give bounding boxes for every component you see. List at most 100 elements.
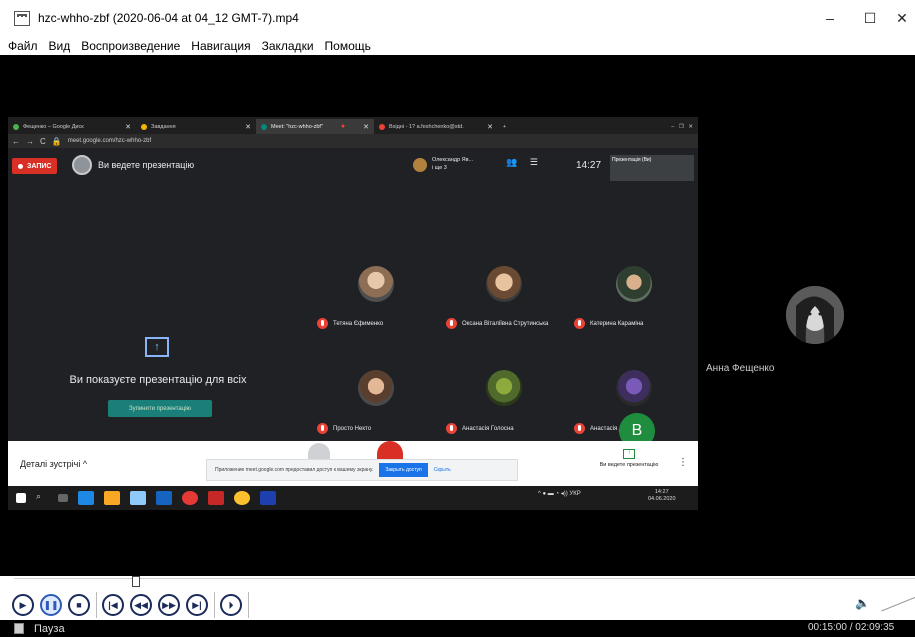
menu-help[interactable]: Помощь: [325, 39, 371, 53]
status-bar: Пауза 00:15:00 / 02:09:35: [0, 620, 915, 637]
browser-tab-strip: Фещенко – Google Диск ✕ Завдання ✕ Meet: "…: [8, 117, 698, 134]
url-field[interactable]: meet.google.com/hzc-whho-zbf: [68, 138, 151, 144]
participants-icon[interactable]: 👥 ☰: [506, 157, 538, 168]
previous-button[interactable]: |◀: [102, 594, 124, 616]
participant-avatar: [358, 266, 394, 302]
windows-taskbar: ⌕ ^ ● ▬ ◔ ◂)) УКР 14:27 04.06.2020: [8, 486, 698, 510]
menu-bookmarks[interactable]: Закладки: [262, 39, 314, 53]
playback-time: 00:15:00 / 02:09:35: [808, 622, 895, 633]
chrome-icon[interactable]: [234, 491, 250, 505]
remote-participant-name: Анна Фещенко: [706, 363, 775, 374]
controls-divider: [96, 592, 97, 618]
mic-muted-icon: [446, 318, 457, 329]
meet-clock: 14:27: [576, 160, 602, 171]
meet-icon: [261, 123, 267, 130]
play-button[interactable]: ▶: [12, 594, 34, 616]
meet-top-bar: ЗАПИС Ви ведете презентацію Олександр Яв…: [8, 148, 698, 188]
participant-avatar: [358, 370, 394, 406]
presenting-status: Ви ведете презентацію: [98, 160, 195, 170]
hide-notice-link[interactable]: Скрыть: [434, 467, 451, 473]
stop-presenting-button[interactable]: Зупинити презентацію: [108, 400, 212, 417]
search-icon[interactable]: ⌕: [36, 491, 48, 505]
participant-avatar: [486, 266, 522, 302]
browser-tab-active[interactable]: Meet: "hzc-whho-zbf" ● ✕: [256, 119, 374, 134]
new-tab-button[interactable]: +: [498, 119, 518, 134]
notice-text: Приложение meet.google.com предоставил д…: [215, 467, 374, 473]
pause-button[interactable]: ❚❚: [40, 594, 62, 616]
stop-sharing-button[interactable]: Закрыть доступ: [379, 463, 428, 477]
close-button[interactable]: ✕: [880, 0, 915, 36]
video-area[interactable]: Фещенко – Google Диск ✕ Завдання ✕ Meet: "…: [0, 55, 915, 576]
mail-icon[interactable]: [156, 491, 172, 505]
rewind-button[interactable]: ◀◀: [130, 594, 152, 616]
mic-muted-icon: [446, 423, 457, 434]
opera-icon[interactable]: [182, 491, 198, 505]
volume-icon[interactable]: 🔈: [855, 596, 870, 610]
owner-name: Олександр Яв... і ще 3: [432, 157, 474, 171]
edge-icon[interactable]: [78, 491, 94, 505]
tray-icons[interactable]: ^ ● ▬ ◔ ◂)): [538, 490, 569, 497]
window-controls: – ❐ ✕: [671, 123, 693, 130]
participant-avatar: [616, 266, 652, 302]
browser-tab[interactable]: Вхідні - 1? a.feshchenko@std. ✕: [374, 119, 498, 134]
forward-icon[interactable]: →: [26, 137, 34, 146]
forward-button[interactable]: ▶▶: [158, 594, 180, 616]
classroom-icon: [141, 123, 147, 130]
taskbar-clock[interactable]: 14:27 04.06.2020: [648, 489, 676, 503]
record-dot-icon: [18, 163, 23, 169]
app-icon: [14, 10, 30, 26]
playback-status: Пауза: [34, 622, 65, 635]
minimize-button[interactable]: –: [808, 0, 852, 36]
gmail-icon: [379, 123, 385, 130]
portrait-photo: [786, 286, 844, 344]
menu-playback[interactable]: Воспроизведение: [81, 39, 180, 53]
menu-view[interactable]: Вид: [49, 39, 71, 53]
mic-button[interactable]: [308, 443, 330, 459]
remote-participant-avatar: [786, 286, 844, 344]
menu-file[interactable]: Файл: [8, 39, 38, 53]
browser-tab[interactable]: Фещенко – Google Диск ✕: [8, 119, 136, 134]
start-icon[interactable]: [16, 493, 26, 503]
mic-muted-icon: [317, 423, 328, 434]
participant-name: Оксана Віталіївна Струтинська: [446, 318, 548, 329]
browser-tab[interactable]: Завдання ✕: [136, 119, 256, 134]
stop-button[interactable]: ■: [68, 594, 90, 616]
more-options-icon[interactable]: ⋮: [678, 457, 688, 468]
system-tray: ^ ● ▬ ◔ ◂)) УКР: [538, 490, 581, 498]
drive-icon: [13, 123, 19, 130]
controls-divider: [214, 592, 215, 618]
mic-muted-icon: [317, 318, 328, 329]
menu-navigation[interactable]: Навигация: [191, 39, 250, 53]
participant-name: Катерина Караміна: [574, 318, 643, 329]
task-view-icon[interactable]: [58, 494, 68, 502]
mic-muted-icon: [574, 318, 585, 329]
self-view-tile: Презентація (Ви): [610, 155, 694, 181]
language-indicator[interactable]: УКР: [569, 491, 580, 497]
present-icon: ↑: [145, 337, 169, 357]
lock-icon: 🔒: [51, 136, 62, 146]
controls-divider: [248, 592, 249, 618]
screen-share-notice: Приложение meet.google.com предоставил д…: [206, 459, 518, 481]
seek-thumb[interactable]: [132, 576, 140, 587]
next-button[interactable]: ▶|: [186, 594, 208, 616]
frame-step-button[interactable]: ⏵: [220, 594, 242, 616]
store-icon[interactable]: [130, 491, 146, 505]
explorer-icon[interactable]: [104, 491, 120, 505]
browser-address-bar: ← → C 🔒 meet.google.com/hzc-whho-zbf: [8, 134, 698, 148]
media-app-icon[interactable]: [208, 491, 224, 505]
end-call-button[interactable]: [377, 441, 403, 459]
reload-icon[interactable]: C: [40, 137, 46, 146]
volume-slider[interactable]: [881, 595, 915, 612]
back-icon[interactable]: ←: [12, 137, 20, 146]
participant-name: Анастасія Голосна: [446, 423, 514, 434]
participant-avatar: [616, 370, 652, 406]
seek-bar[interactable]: [14, 576, 915, 587]
owner-avatar: [413, 158, 427, 172]
status-file-icon: [14, 623, 24, 634]
window-title: hzc-whho-zbf (2020-06-04 at 04_12 GMT-7)…: [38, 11, 299, 25]
meeting-details-toggle[interactable]: Деталі зустрічі ^: [20, 459, 87, 469]
share-status-text: Ви показуєте презентацію для всіх: [69, 374, 247, 386]
presenting-menu-button[interactable]: ↑ Ви ведете презентацію: [589, 449, 669, 468]
word-icon[interactable]: [260, 491, 276, 505]
present-icon: ↑: [623, 449, 635, 459]
